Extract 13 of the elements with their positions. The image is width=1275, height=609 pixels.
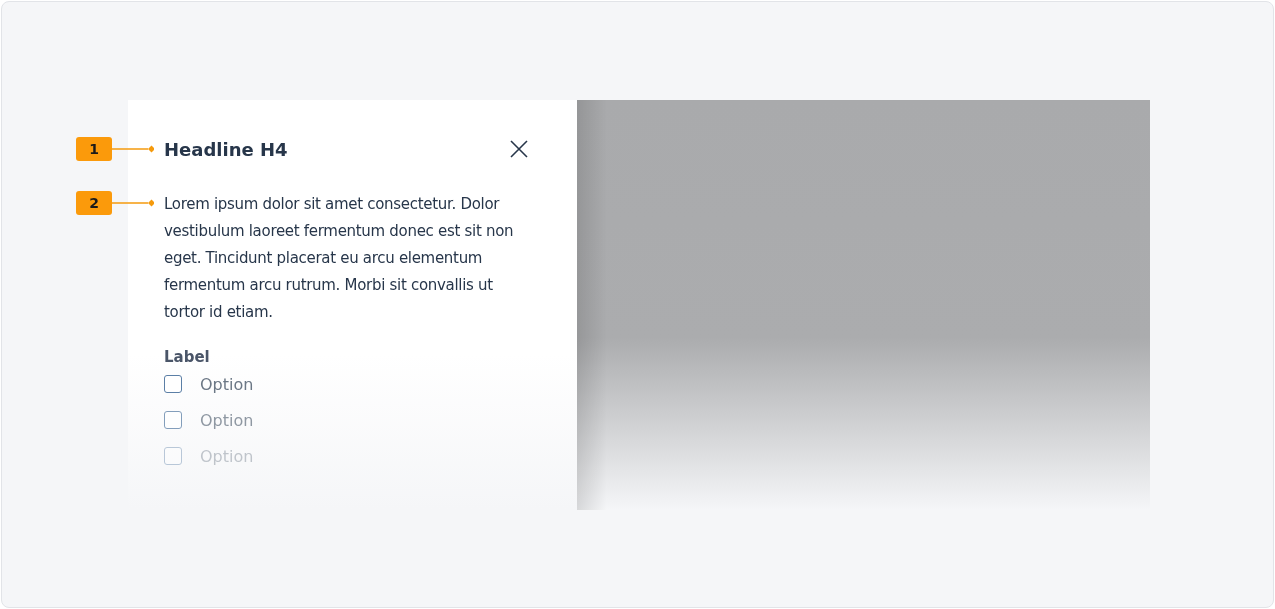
leader-line	[112, 144, 154, 154]
annotation-marker: 1	[76, 137, 112, 161]
panel-title: Headline H4	[164, 138, 288, 160]
body-text: Lorem ipsum dolor sit amet consectetur. Dolor vestibulum laoreet fermentum donec est sit non eget. Tincidunt placerat eu arcu elementum fermentum arcu rutrum. Morbi sit convallis ut tortor id etiam.	[164, 194, 515, 323]
checkbox[interactable]	[164, 375, 182, 393]
group-label: Label	[164, 348, 211, 366]
close-icon[interactable]	[510, 140, 528, 158]
checkbox[interactable]	[164, 411, 182, 429]
checkbox-option[interactable]: Option	[164, 372, 254, 396]
checkbox-option[interactable]: Option	[164, 444, 254, 468]
leader-line	[112, 198, 154, 208]
checkbox-option[interactable]: Option	[164, 408, 254, 432]
annotation-marker: 2	[76, 191, 112, 215]
